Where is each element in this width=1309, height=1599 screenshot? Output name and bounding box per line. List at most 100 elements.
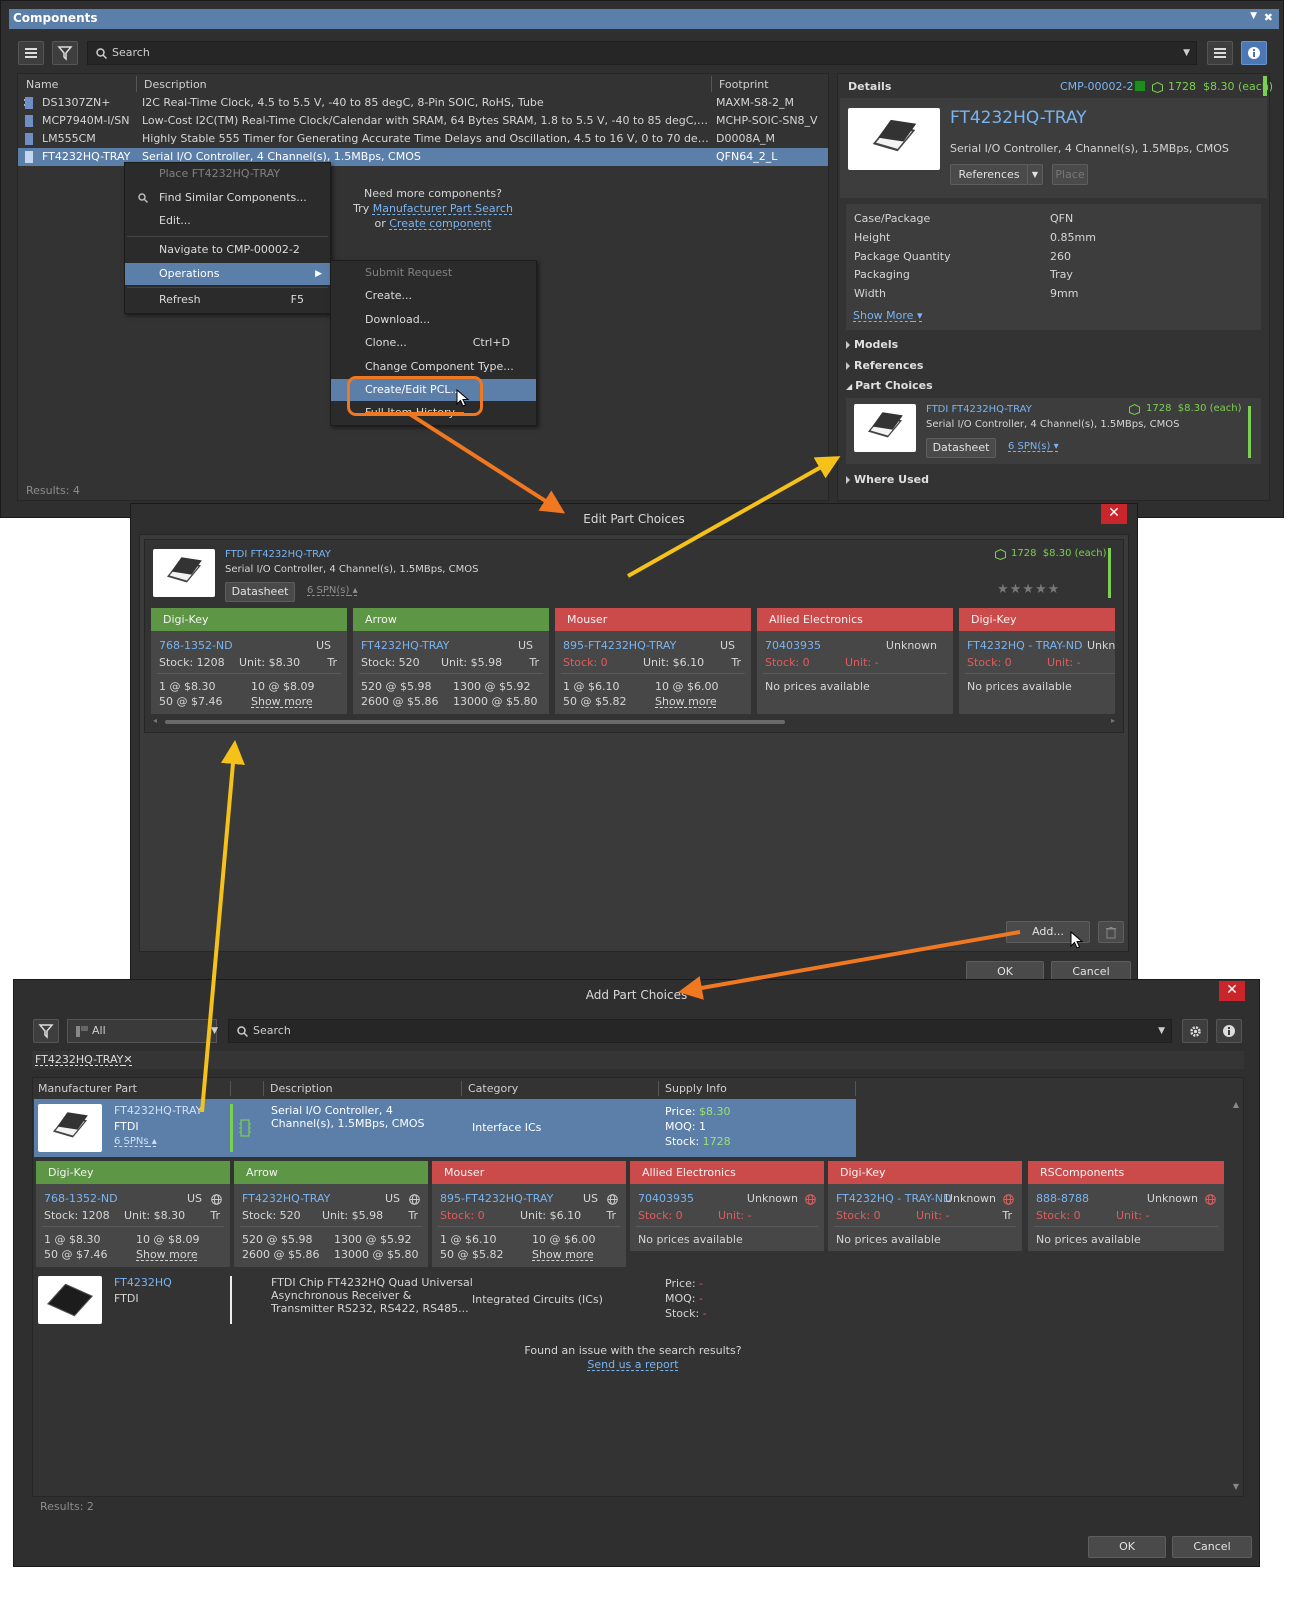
supplier-name: Mouser: [555, 608, 751, 631]
menu-item-refresh[interactable]: Refresh F5: [125, 289, 330, 311]
result-row-selected[interactable]: FT4232HQ-TRAY FTDI 6 SPNs ▴ Serial I/O C…: [34, 1099, 856, 1157]
category-select[interactable]: All ▼: [67, 1019, 218, 1043]
rating-stars[interactable]: ★★★★★: [997, 582, 1060, 597]
details-cmp-id[interactable]: CMP-00002-2: [1060, 80, 1134, 93]
col-footprint[interactable]: Footprint: [719, 76, 769, 94]
section-models[interactable]: Models: [846, 338, 898, 351]
scroll-down-icon[interactable]: ▼: [1233, 1482, 1239, 1491]
panel-menu-icon[interactable]: ▼: [1250, 11, 1257, 21]
horizontal-scrollbar[interactable]: [165, 720, 785, 724]
table-row[interactable]: LM555CM Highly Stable 555 Timer for Gene…: [18, 130, 828, 148]
globe-error-icon[interactable]: [1205, 1194, 1216, 1205]
col-name[interactable]: Name: [26, 76, 58, 94]
scroll-left-icon[interactable]: ◂: [153, 716, 157, 725]
settings-menu-button[interactable]: [1207, 41, 1233, 65]
menu-item-edit[interactable]: Edit...: [125, 210, 330, 232]
pc-mfr-part[interactable]: FTDI FT4232HQ-TRAY: [926, 404, 1032, 415]
create-component-link[interactable]: Create component: [389, 217, 491, 230]
filter-button[interactable]: [52, 41, 78, 65]
col-description[interactable]: Description: [144, 76, 207, 94]
supplier-spn[interactable]: 70403935: [638, 1192, 694, 1205]
scroll-right-icon[interactable]: ▸: [1111, 716, 1115, 725]
table-row[interactable]: DS1307ZN+ I2C Real-Time Clock, 4.5 to 5.…: [18, 94, 828, 112]
menu-item-operations[interactable]: Operations ▶: [125, 263, 330, 285]
row-name: DS1307ZN+: [42, 96, 111, 109]
search-dropdown-icon[interactable]: ▼: [1183, 42, 1190, 64]
panel-close-icon[interactable]: ✖: [1264, 11, 1273, 24]
submenu-item-create[interactable]: Create...: [331, 285, 536, 307]
show-more-link[interactable]: Show more: [251, 695, 313, 708]
submenu-item-submit-request[interactable]: Submit Request: [331, 262, 536, 284]
globe-icon[interactable]: [409, 1194, 420, 1205]
submenu-item-change-type[interactable]: Change Component Type...: [331, 356, 536, 378]
edit-pc-close-button[interactable]: ✕: [1101, 504, 1127, 524]
scroll-up-icon[interactable]: ▲: [1233, 1100, 1239, 1109]
manufacturer-part-search-link[interactable]: Manufacturer Part Search: [373, 202, 513, 215]
show-more-link[interactable]: Show more: [136, 1248, 198, 1261]
details-toggle-button[interactable]: [1241, 41, 1267, 65]
supplier-spn[interactable]: FT4232HQ - TRAY-ND: [967, 639, 1082, 652]
send-report-link[interactable]: Send us a report: [433, 1358, 833, 1372]
globe-icon[interactable]: [607, 1194, 618, 1205]
add-pc-cancel-button[interactable]: Cancel: [1172, 1536, 1252, 1558]
supplier-spn[interactable]: 895-FT4232HQ-TRAY: [440, 1192, 553, 1205]
submenu-item-clone[interactable]: Clone... Ctrl+D: [331, 332, 536, 354]
table-row[interactable]: MCP7940M-I/SN Low-Cost I2C(TM) Real-Time…: [18, 112, 828, 130]
result-part[interactable]: FT4232HQ: [114, 1276, 172, 1289]
view-toggle-button[interactable]: [18, 41, 44, 65]
components-search-input[interactable]: Search ▼: [87, 41, 1197, 65]
add-pc-search-input[interactable]: Search ▼: [228, 1019, 1172, 1043]
globe-icon[interactable]: [211, 1194, 222, 1205]
globe-error-icon[interactable]: [805, 1194, 816, 1205]
pc-status-bar: [1248, 406, 1251, 458]
spn-dropdown[interactable]: 6 SPN(s) ▾: [1008, 441, 1059, 452]
issue-text: Found an issue with the search results?: [524, 1344, 742, 1357]
show-more-link[interactable]: Show More ▾: [853, 309, 922, 322]
delete-part-choice-button[interactable]: [1098, 921, 1124, 943]
section-part-choices[interactable]: ◢ Part Choices: [846, 379, 933, 392]
filter-chip[interactable]: FT4232HQ-TRAY✕: [35, 1053, 133, 1066]
section-references[interactable]: References: [846, 359, 923, 372]
add-pc-filter-button[interactable]: [33, 1019, 59, 1043]
supplier-spn[interactable]: 888-8788: [1036, 1192, 1089, 1205]
result-spns[interactable]: 6 SPNs ▴: [114, 1136, 157, 1147]
supplier-spn[interactable]: FT4232HQ-TRAY: [361, 639, 449, 652]
menu-item-find-similar[interactable]: Find Similar Components...: [125, 187, 330, 209]
supplier-spn[interactable]: 895-FT4232HQ-TRAY: [563, 639, 676, 652]
supplier-stock: Stock: 0: [967, 656, 1012, 669]
supplier-spn[interactable]: FT4232HQ-TRAY: [242, 1192, 330, 1205]
col-manufacturer-part[interactable]: Manufacturer Part: [38, 1080, 137, 1098]
supplier-spn[interactable]: 768-1352-ND: [159, 639, 233, 652]
result-part[interactable]: FT4232HQ-TRAY: [114, 1104, 202, 1117]
supplier-spn[interactable]: FT4232HQ - TRAY-ND: [836, 1192, 951, 1205]
add-pc-ok-button[interactable]: OK: [1088, 1536, 1166, 1558]
globe-error-icon[interactable]: [1003, 1194, 1014, 1205]
search-dropdown-icon[interactable]: ▼: [1158, 1020, 1165, 1042]
edit-pc-mfr-part[interactable]: FTDI FT4232HQ-TRAY: [225, 549, 331, 560]
add-pc-info-button[interactable]: [1216, 1019, 1242, 1043]
references-button[interactable]: References: [950, 164, 1028, 185]
supplier-spn[interactable]: 70403935: [765, 639, 821, 652]
col-description[interactable]: Description: [270, 1080, 333, 1098]
spn-label: 6 SPN(s): [307, 585, 350, 596]
datasheet-button[interactable]: Datasheet: [225, 582, 295, 602]
datasheet-button[interactable]: Datasheet: [926, 438, 996, 458]
supplier-region: Unknown: [746, 1192, 798, 1205]
place-button[interactable]: Place: [1052, 164, 1088, 185]
no-prices: No prices available: [1036, 1233, 1141, 1246]
menu-item-place[interactable]: Place FT4232HQ-TRAY: [125, 163, 330, 185]
col-supply-info[interactable]: Supply Info: [665, 1080, 727, 1098]
supplier-spn[interactable]: 768-1352-ND: [44, 1192, 118, 1205]
references-dropdown-button[interactable]: ▼: [1027, 164, 1043, 185]
spn-dropdown[interactable]: 6 SPN(s) ▴: [307, 585, 358, 596]
section-where-used[interactable]: Where Used: [846, 473, 929, 486]
add-pc-settings-button[interactable]: [1182, 1019, 1208, 1043]
menu-item-navigate[interactable]: Navigate to CMP-00002-2: [125, 239, 330, 261]
result-row[interactable]: FT4232HQ FTDI FTDI Chip FT4232HQ Quad Un…: [34, 1271, 1224, 1329]
submenu-item-download[interactable]: Download...: [331, 309, 536, 331]
col-category[interactable]: Category: [468, 1080, 518, 1098]
show-more-link[interactable]: Show more: [655, 695, 717, 708]
remove-filter-icon[interactable]: ✕: [123, 1053, 132, 1066]
add-pc-close-button[interactable]: ✕: [1219, 981, 1245, 1001]
show-more-link[interactable]: Show more: [532, 1248, 594, 1261]
